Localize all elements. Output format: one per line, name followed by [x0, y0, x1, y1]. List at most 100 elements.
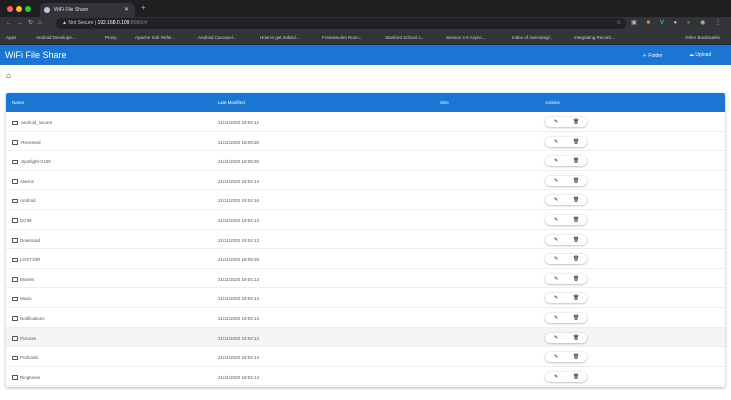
delete-icon[interactable]: 🗑 [573, 354, 579, 360]
table-row[interactable]: Pictures 21/11/2020 19:04:13 ✎ 🗑 [6, 327, 725, 348]
file-name[interactable]: LOST.DIR [12, 257, 40, 263]
extensions-icons[interactable]: ☆ ▣ ■ V ● ● ◉ ⋮ [616, 19, 725, 26]
file-name[interactable]: Download [12, 238, 40, 243]
edit-icon[interactable]: ✎ [554, 217, 558, 223]
tab-title: WiFi File Share [54, 7, 89, 13]
folder-label: Folder [648, 53, 663, 59]
file-name[interactable]: Notifications [12, 316, 45, 321]
file-name[interactable]: DCIM [12, 218, 32, 223]
table-row[interactable]: Ringtones 21/11/2020 19:04:13 ✎ 🗑 [6, 367, 725, 387]
file-name[interactable]: Alarms [12, 179, 34, 184]
file-name[interactable]: Android [12, 198, 36, 204]
app-title: WiFi File Share [5, 50, 67, 60]
last-modified: 21/11/2020 18:08:38 [218, 257, 259, 263]
file-name[interactable]: Pictures [12, 336, 36, 341]
file-name-text: Ringtones [20, 374, 41, 380]
new-folder-button[interactable]: ＋ Folder [642, 52, 663, 59]
browser-tab[interactable]: WiFi File Share ✕ [40, 3, 135, 17]
delete-icon[interactable]: 🗑 [573, 335, 579, 341]
bookmark[interactable]: Stanford School o... [385, 35, 425, 40]
security-indicator[interactable]: Not Secure [68, 20, 93, 26]
edit-icon[interactable]: ✎ [554, 354, 558, 360]
bookmark[interactable]: Proxy [105, 35, 117, 40]
edit-icon[interactable]: ✎ [554, 178, 558, 184]
file-name[interactable]: Movies [12, 277, 34, 282]
delete-icon[interactable]: 🗑 [573, 276, 579, 282]
delete-icon[interactable]: 🗑 [573, 374, 579, 380]
file-name[interactable]: Ringtones [12, 375, 40, 380]
table-row[interactable]: DCIM 21/11/2020 19:04:13 ✎ 🗑 [6, 210, 725, 230]
bookmark[interactable]: Apps [6, 35, 16, 40]
delete-icon[interactable]: 🗑 [573, 256, 579, 262]
close-window-button[interactable] [7, 6, 13, 12]
table-row[interactable]: .Spotlight-V100 21/11/2020 18:09:30 ✎ 🗑 [6, 151, 725, 171]
actions-group: ✎ 🗑 [545, 175, 587, 186]
delete-icon[interactable]: 🗑 [573, 178, 579, 184]
bookmark[interactable]: Integrating Recurit... [574, 35, 615, 40]
table-row[interactable]: LOST.DIR 21/11/2020 18:08:38 ✎ 🗑 [6, 249, 725, 269]
file-name[interactable]: .android_secure [12, 120, 52, 125]
bookmark[interactable]: Apache Solr Refer... [135, 35, 175, 40]
edit-icon[interactable]: ✎ [554, 256, 558, 262]
last-modified: 21/11/2020 19:04:13 [218, 276, 259, 282]
delete-icon[interactable]: 🗑 [573, 158, 579, 164]
table-row[interactable]: Notifications 21/11/2020 19:04:13 ✎ 🗑 [6, 308, 725, 328]
file-name[interactable]: .Spotlight-V100 [12, 159, 51, 165]
table-row[interactable]: Movies 21/11/2020 19:04:13 ✎ 🗑 [6, 269, 725, 289]
table-row[interactable]: Alarms 21/11/2020 19:04:13 ✎ 🗑 [6, 171, 725, 191]
table-row[interactable]: Podcasts 21/11/2020 19:04:13 ✎ 🗑 [6, 347, 725, 367]
minimize-window-button[interactable] [16, 6, 22, 12]
bookmark[interactable]: Android Develope... [36, 35, 76, 40]
edit-icon[interactable]: ✎ [554, 276, 558, 282]
folder-icon [12, 355, 18, 361]
table-row[interactable]: Download 21/11/2020 19:04:13 ✎ 🗑 [6, 230, 725, 250]
browser-tab-bar: WiFi File Share ✕ + [0, 0, 731, 17]
edit-icon[interactable]: ✎ [554, 237, 558, 243]
file-name[interactable]: Music [12, 296, 32, 302]
delete-icon[interactable]: 🗑 [573, 197, 579, 203]
file-name[interactable]: Podcasts [12, 355, 39, 361]
edit-icon[interactable]: ✎ [554, 295, 558, 301]
edit-icon[interactable]: ✎ [554, 158, 558, 164]
file-name-text: .android_secure [20, 120, 53, 125]
folder-icon [12, 336, 18, 341]
delete-icon[interactable]: 🗑 [573, 217, 579, 223]
nav-buttons[interactable]: ←→↻⌂ [6, 19, 47, 26]
table-row[interactable]: Android 21/11/2020 19:04:16 ✎ 🗑 [6, 190, 725, 210]
bookmark[interactable]: Android Carousel... [198, 35, 237, 40]
table-row[interactable]: .android_secure 21/11/2020 19:04:12 ✎ 🗑 [6, 112, 725, 132]
bookmark[interactable]: Index of /avimanig/... [512, 35, 554, 40]
actions-group: ✎ 🗑 [545, 234, 587, 245]
header-modified[interactable]: Last Modified [218, 100, 245, 105]
bookmark[interactable]: Other Bookmarks [685, 35, 720, 40]
bookmark[interactable]: Service 3.0 Async... [446, 35, 486, 40]
edit-icon[interactable]: ✎ [554, 119, 558, 125]
delete-icon[interactable]: 🗑 [573, 237, 579, 243]
delete-icon[interactable]: 🗑 [573, 139, 579, 145]
upload-button[interactable]: ☁ Upload [689, 52, 711, 58]
close-tab-icon[interactable]: ✕ [124, 6, 129, 13]
url-input[interactable]: ▲ Not Secure | 192.168.0.109:8080/#/ [56, 18, 626, 29]
delete-icon[interactable]: 🗑 [573, 315, 579, 321]
edit-icon[interactable]: ✎ [554, 374, 558, 380]
new-tab-button[interactable]: + [141, 3, 146, 12]
edit-icon[interactable]: ✎ [554, 335, 558, 341]
header-name[interactable]: Name [12, 100, 24, 105]
actions-group: ✎ 🗑 [545, 352, 587, 363]
maximize-window-button[interactable] [25, 6, 31, 12]
header-size[interactable]: Size [440, 100, 449, 105]
file-name-text: Music [20, 296, 32, 302]
table-row[interactable]: Music 21/11/2020 19:04:13 ✎ 🗑 [6, 288, 725, 308]
bookmark[interactable]: Frameworks Roun... [322, 35, 363, 40]
edit-icon[interactable]: ✎ [554, 315, 558, 321]
actions-group: ✎ 🗑 [545, 371, 587, 382]
edit-icon[interactable]: ✎ [554, 197, 558, 203]
edit-icon[interactable]: ✎ [554, 139, 558, 145]
table-row[interactable]: .Recented 21/11/2020 18:09:30 ✎ 🗑 [6, 132, 725, 152]
delete-icon[interactable]: 🗑 [573, 119, 579, 125]
file-name[interactable]: .Recented [12, 140, 41, 145]
home-breadcrumb-icon[interactable]: ⌂ [6, 71, 11, 80]
last-modified: 21/11/2020 19:04:13 [218, 237, 259, 243]
delete-icon[interactable]: 🗑 [573, 295, 579, 301]
bookmark[interactable]: How to get Individ... [260, 35, 300, 40]
